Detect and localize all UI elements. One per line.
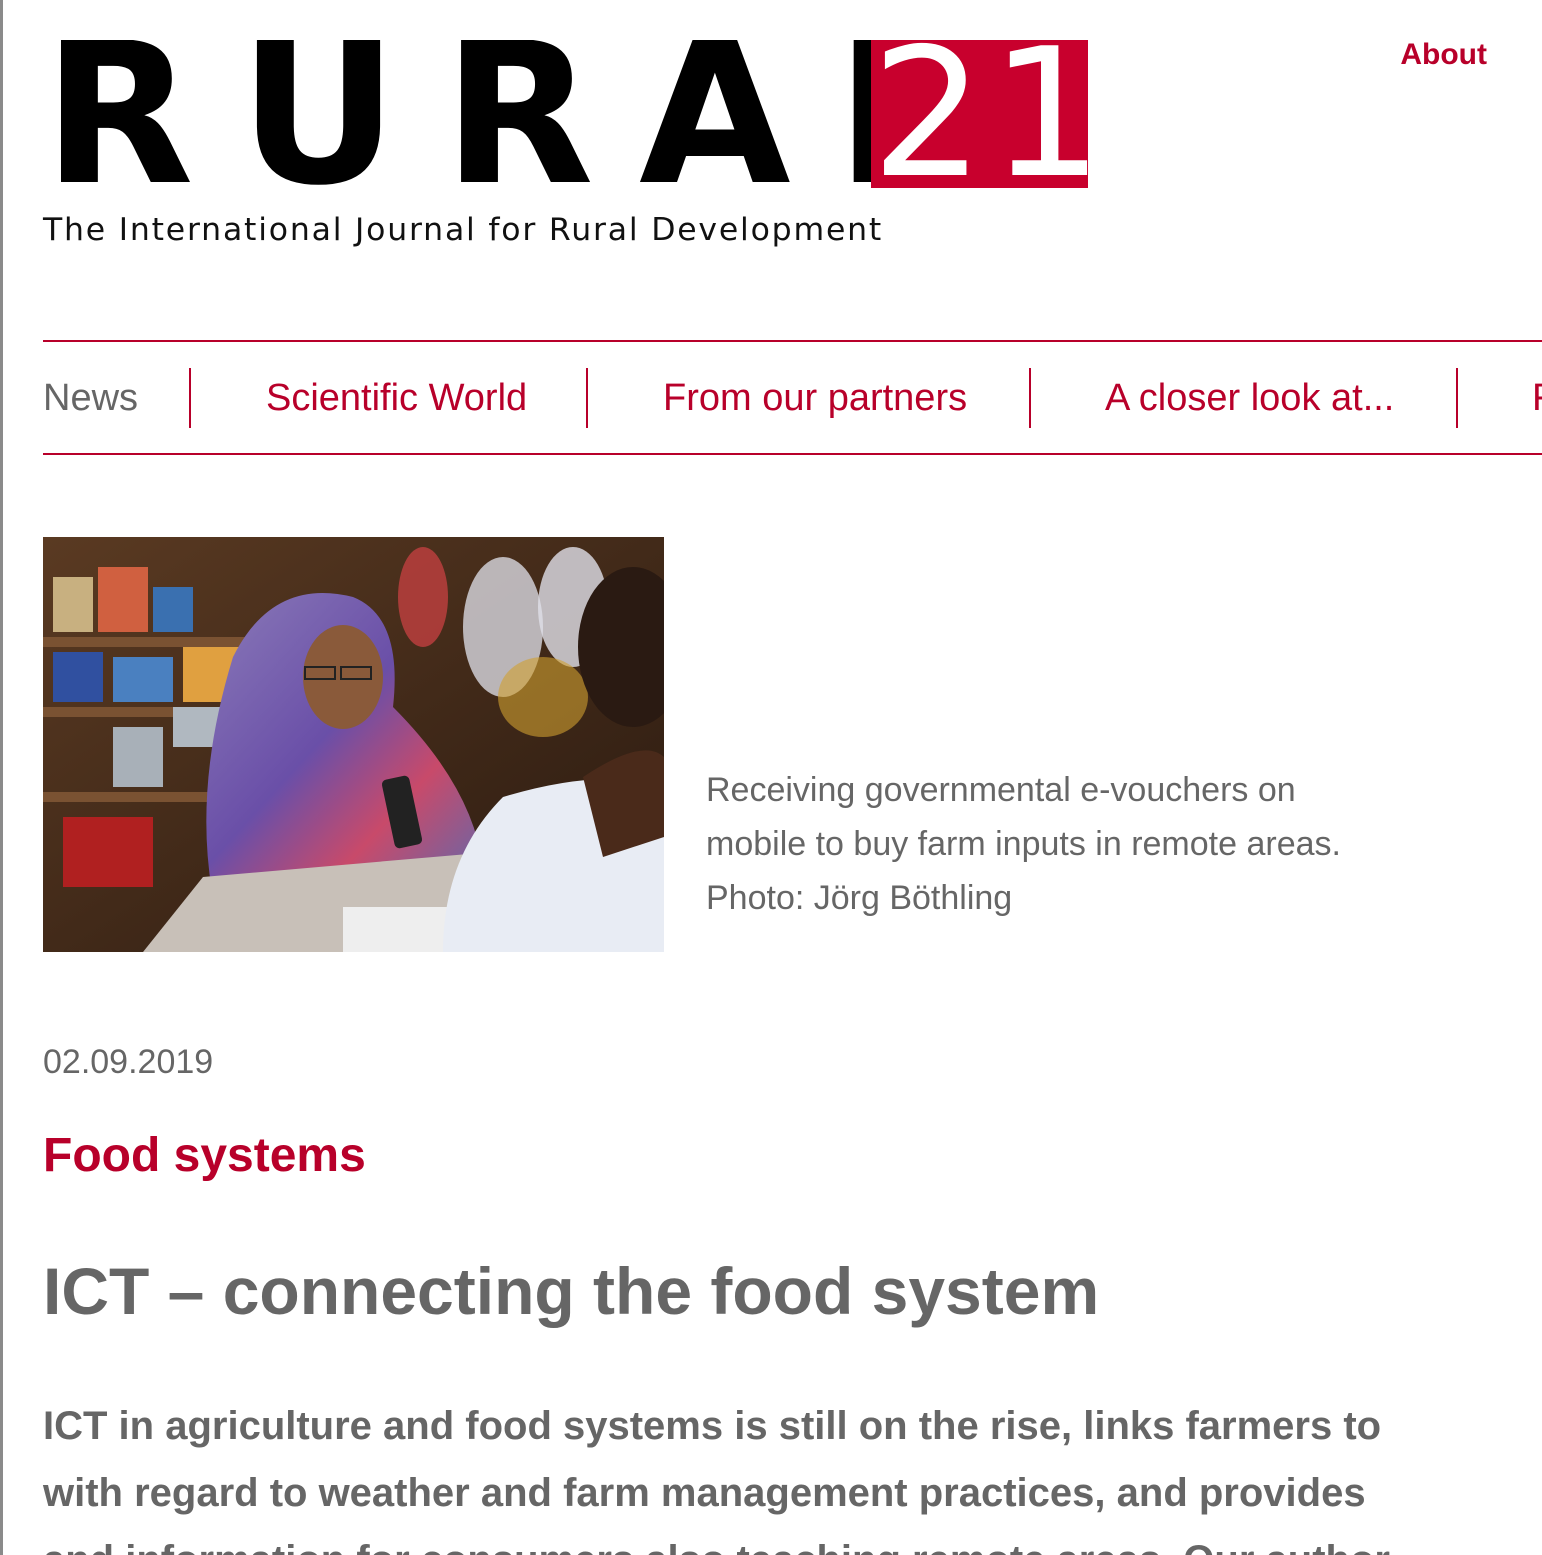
nav-divider <box>1456 368 1458 428</box>
caption-line: Receiving governmental e-vouchers on <box>706 771 1296 809</box>
nav-item-more[interactable]: F <box>1532 368 1542 428</box>
logo-number-box: 21 <box>871 40 1088 188</box>
site-logo[interactable]: RURAL 21 The International Journal for R… <box>43 40 1093 255</box>
article-category[interactable]: Food systems <box>43 1128 366 1183</box>
photo-caption: Receiving governmental e-vouchers on mob… <box>706 763 1426 925</box>
article-title: ICT – connecting the food system <box>43 1254 1100 1328</box>
nav-item-scientific-world[interactable]: Scientific World <box>266 368 527 428</box>
about-link[interactable]: About <box>1400 38 1487 72</box>
nav-item-news[interactable]: News <box>43 368 138 428</box>
article-date: 02.09.2019 <box>43 1043 214 1081</box>
caption-line: Photo: Jörg Böthling <box>706 879 1013 917</box>
nav-divider <box>1029 368 1031 428</box>
nav-divider <box>586 368 588 428</box>
nav-item-a-closer-look[interactable]: A closer look at... <box>1105 368 1394 428</box>
photo-illustration <box>43 537 664 952</box>
nav-item-from-our-partners[interactable]: From our partners <box>663 368 967 428</box>
lead-line: and information for consumers also teach… <box>43 1527 1542 1555</box>
article-photo <box>43 537 664 952</box>
logo-tagline: The International Journal for Rural Deve… <box>43 212 884 248</box>
lead-line: with regard to weather and farm manageme… <box>43 1471 1366 1515</box>
nav-divider <box>189 368 191 428</box>
caption-line: mobile to buy farm inputs in remote area… <box>706 825 1341 863</box>
lead-line: ICT in agriculture and food systems is s… <box>43 1404 1382 1448</box>
article-lead: ICT in agriculture and food systems is s… <box>43 1393 1542 1555</box>
logo-wordmark: RURAL <box>43 40 873 190</box>
main-nav: News Scientific World From our partners … <box>43 340 1542 455</box>
